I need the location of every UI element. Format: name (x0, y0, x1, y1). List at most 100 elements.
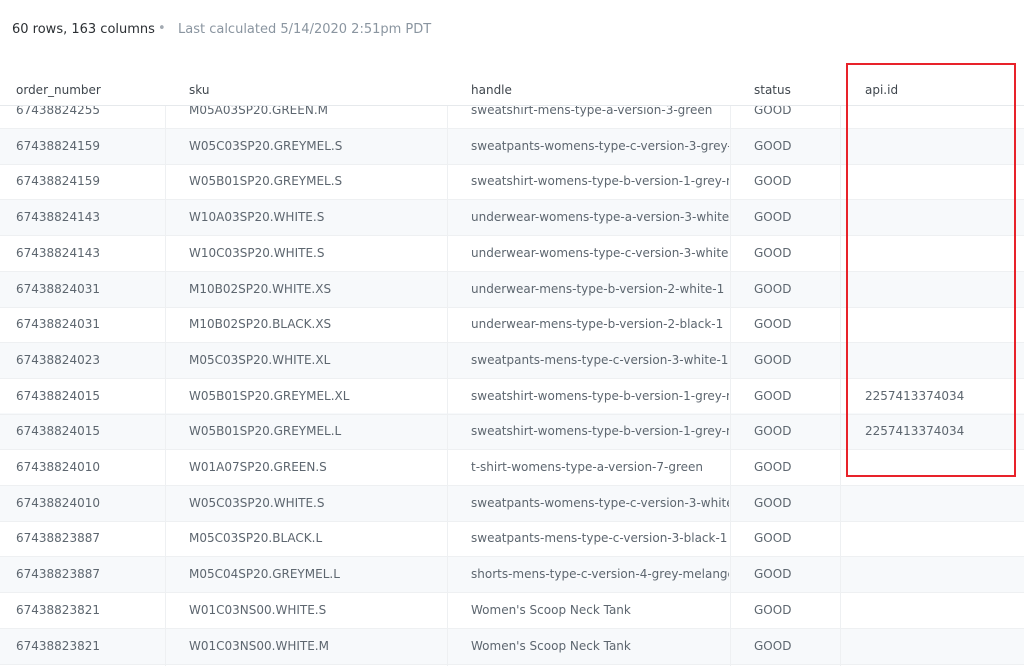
cell-status[interactable]: GOOD (754, 556, 834, 592)
cell-status[interactable]: GOOD (754, 106, 834, 128)
cell-status[interactable]: GOOD (754, 128, 834, 164)
table-row[interactable]: 67438824015 W05B01SP20.GREYMEL.XL sweatshi… (0, 378, 1024, 415)
cell-sku[interactable]: W01C03NS00.WHITE.S (189, 592, 444, 628)
cell-api-id[interactable] (865, 628, 1015, 664)
table-row[interactable]: 67438824159 W05C03SP20.GREYMEL.S sweatpant… (0, 127, 1024, 165)
cell-status[interactable]: GOOD (754, 485, 834, 521)
table-row[interactable]: 67438824159 W05B01SP20.GREYMEL.S sweatshir… (0, 163, 1024, 201)
cell-api-id[interactable] (865, 106, 1015, 128)
cell-order-number[interactable]: 67438824031 (16, 271, 161, 307)
cell-sku[interactable]: M05C04SP20.GREYMEL.L (189, 556, 444, 592)
cell-status[interactable]: GOOD (754, 342, 834, 378)
table-row[interactable]: 67438824031 M10B02SP20.BLACK.XS underwear-… (0, 306, 1024, 344)
cell-sku[interactable]: W05C03SP20.WHITE.S (189, 485, 444, 521)
cell-handle[interactable]: Women's Scoop Neck Tank (471, 592, 729, 628)
cell-sku[interactable]: W01C03NS00.WHITE.M (189, 628, 444, 664)
cell-api-id[interactable] (865, 199, 1015, 235)
cell-order-number[interactable]: 67438824031 (16, 306, 161, 342)
cell-sku[interactable]: W01A07SP20.GREEN.S (189, 449, 444, 485)
cell-sku[interactable]: W05B01SP20.GREYMEL.S (189, 163, 444, 199)
cell-sku[interactable]: M10B02SP20.BLACK.XS (189, 306, 444, 342)
cell-handle[interactable]: sweatshirt-womens-type-b-version-1-grey-… (471, 378, 729, 414)
table-row[interactable]: 67438823887 M05C03SP20.BLACK.L sweatpants-… (0, 520, 1024, 558)
cell-order-number[interactable]: 67438824143 (16, 235, 161, 271)
cell-order-number[interactable]: 67438824159 (16, 163, 161, 199)
cell-api-id[interactable] (865, 485, 1015, 521)
table-row[interactable]: 67438824143 W10A03SP20.WHITE.S underwear-w… (0, 199, 1024, 237)
cell-status[interactable]: GOOD (754, 199, 834, 235)
cell-order-number[interactable]: 67438823887 (16, 556, 161, 592)
cell-handle[interactable]: underwear-womens-type-c-version-3-white- (471, 235, 729, 271)
table-row[interactable]: 67438824010 W01A07SP20.GREEN.S t-shirt-wom… (0, 449, 1024, 486)
cell-sku[interactable]: W10C03SP20.WHITE.S (189, 235, 444, 271)
table-row[interactable]: 67438824255 M05A03SP20.GREEN.M sweatshirt-… (0, 106, 1024, 129)
cell-status[interactable]: GOOD (754, 235, 834, 271)
cell-sku[interactable]: W05B01SP20.GREYMEL.XL (189, 378, 444, 414)
cell-handle[interactable]: sweatpants-mens-type-c-version-3-white-1 (471, 342, 729, 378)
cell-order-number[interactable]: 67438824015 (16, 378, 161, 414)
cell-order-number[interactable]: 67438824010 (16, 485, 161, 521)
cell-api-id[interactable] (865, 592, 1015, 628)
cell-status[interactable]: GOOD (754, 520, 834, 556)
cell-sku[interactable]: M10B02SP20.WHITE.XS (189, 271, 444, 307)
column-header-api-id[interactable]: api.id (865, 83, 898, 97)
cell-api-id[interactable] (865, 271, 1015, 307)
cell-order-number[interactable]: 67438824143 (16, 199, 161, 235)
cell-api-id[interactable] (865, 556, 1015, 592)
table-row[interactable]: 67438824143 W10C03SP20.WHITE.S underwear-w… (0, 235, 1024, 272)
cell-handle[interactable]: underwear-mens-type-b-version-2-white-1 (471, 271, 729, 307)
cell-order-number[interactable]: 67438824015 (16, 413, 161, 449)
cell-api-id[interactable] (865, 520, 1015, 556)
cell-api-id[interactable] (865, 128, 1015, 164)
cell-order-number[interactable]: 67438824010 (16, 449, 161, 485)
cell-status[interactable]: GOOD (754, 378, 834, 414)
cell-status[interactable]: GOOD (754, 306, 834, 342)
cell-handle[interactable]: t-shirt-womens-type-a-version-7-green (471, 449, 729, 485)
cell-status[interactable]: GOOD (754, 413, 834, 449)
cell-handle[interactable]: shorts-mens-type-c-version-4-grey-melang… (471, 556, 729, 592)
cell-api-id[interactable]: 2257413374034 (865, 378, 1015, 414)
column-header-handle[interactable]: handle (471, 83, 512, 97)
cell-order-number[interactable]: 67438824023 (16, 342, 161, 378)
cell-sku[interactable]: M05C03SP20.WHITE.XL (189, 342, 444, 378)
cell-api-id[interactable] (865, 235, 1015, 271)
cell-status[interactable]: GOOD (754, 449, 834, 485)
cell-status[interactable]: GOOD (754, 271, 834, 307)
cell-sku[interactable]: M05A03SP20.GREEN.M (189, 106, 444, 128)
cell-api-id[interactable] (865, 306, 1015, 342)
cell-handle[interactable]: underwear-womens-type-a-version-3-white- (471, 199, 729, 235)
table-row[interactable]: 67438823821 W01C03NS00.WHITE.S Women's Sco… (0, 592, 1024, 629)
cell-order-number[interactable]: 67438823887 (16, 520, 161, 556)
cell-handle[interactable]: sweatpants-womens-type-c-version-3-white (471, 485, 729, 521)
table-row[interactable]: 67438824023 M05C03SP20.WHITE.XL sweatpants… (0, 341, 1024, 379)
cell-order-number[interactable]: 67438823821 (16, 628, 161, 664)
cell-handle[interactable]: sweatpants-mens-type-c-version-3-black-1 (471, 520, 729, 556)
cell-handle[interactable]: underwear-mens-type-b-version-2-black-1 (471, 306, 729, 342)
column-header-order-number[interactable]: order_number (16, 83, 101, 97)
column-header-status[interactable]: status (754, 83, 791, 97)
table-row[interactable]: 67438824031 M10B02SP20.WHITE.XS underwear-… (0, 270, 1024, 308)
table-row[interactable]: 67438824010 W05C03SP20.WHITE.S sweatpants-… (0, 484, 1024, 522)
cell-sku[interactable]: M05C03SP20.BLACK.L (189, 520, 444, 556)
table-row[interactable]: 67438824015 W05B01SP20.GREYMEL.L sweatshir… (0, 413, 1024, 451)
cell-handle[interactable]: Women's Scoop Neck Tank (471, 628, 729, 664)
cell-status[interactable]: GOOD (754, 592, 834, 628)
cell-sku[interactable]: W05B01SP20.GREYMEL.L (189, 413, 444, 449)
cell-handle[interactable]: sweatpants-womens-type-c-version-3-grey- (471, 128, 729, 164)
cell-api-id[interactable] (865, 163, 1015, 199)
cell-order-number[interactable]: 67438824255 (16, 106, 161, 128)
cell-status[interactable]: GOOD (754, 628, 834, 664)
cell-status[interactable]: GOOD (754, 163, 834, 199)
cell-api-id[interactable] (865, 342, 1015, 378)
table-row[interactable]: 67438823887 M05C04SP20.GREYMEL.L shorts-me… (0, 556, 1024, 594)
cell-handle[interactable]: sweatshirt-mens-type-a-version-3-green (471, 106, 729, 128)
cell-api-id[interactable] (865, 449, 1015, 485)
cell-api-id[interactable]: 2257413374034 (865, 413, 1015, 449)
cell-handle[interactable]: sweatshirt-womens-type-b-version-1-grey-… (471, 413, 729, 449)
cell-sku[interactable]: W10A03SP20.WHITE.S (189, 199, 444, 235)
cell-order-number[interactable]: 67438824159 (16, 128, 161, 164)
data-grid[interactable]: order_number sku handle status api.id 67… (0, 60, 1024, 666)
column-header-sku[interactable]: sku (189, 83, 209, 97)
cell-handle[interactable]: sweatshirt-womens-type-b-version-1-grey-… (471, 163, 729, 199)
table-row[interactable]: 67438823821 W01C03NS00.WHITE.M Women's Sco… (0, 627, 1024, 665)
